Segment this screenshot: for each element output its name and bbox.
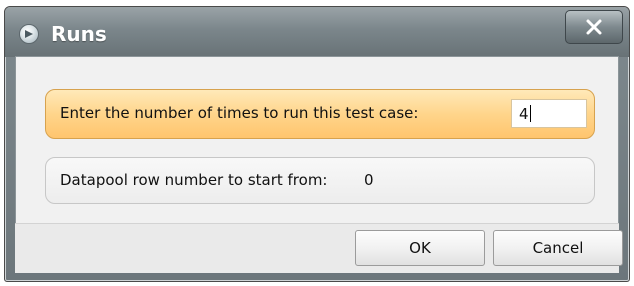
run-count-input[interactable]: 4: [511, 99, 587, 128]
datapool-row-label: Datapool row number to start from:: [60, 171, 328, 189]
close-button[interactable]: [565, 10, 623, 44]
cancel-button[interactable]: Cancel: [493, 230, 623, 266]
run-count-value: 4: [519, 105, 529, 123]
title-bar[interactable]: Runs: [5, 7, 629, 57]
datapool-row-field-panel: Datapool row number to start from: 0: [45, 157, 595, 204]
ok-button[interactable]: OK: [355, 230, 485, 266]
app-glyph-icon: [25, 30, 33, 38]
window-title: Runs: [51, 22, 107, 46]
text-cursor: [529, 105, 531, 122]
close-icon: [586, 19, 602, 35]
run-count-label: Enter the number of times to run this te…: [60, 104, 419, 122]
run-count-field-panel: Enter the number of times to run this te…: [45, 89, 595, 139]
runs-dialog: Runs Enter the number of times to run th…: [4, 6, 630, 282]
app-icon: [19, 24, 39, 44]
datapool-row-value[interactable]: 0: [364, 171, 374, 189]
